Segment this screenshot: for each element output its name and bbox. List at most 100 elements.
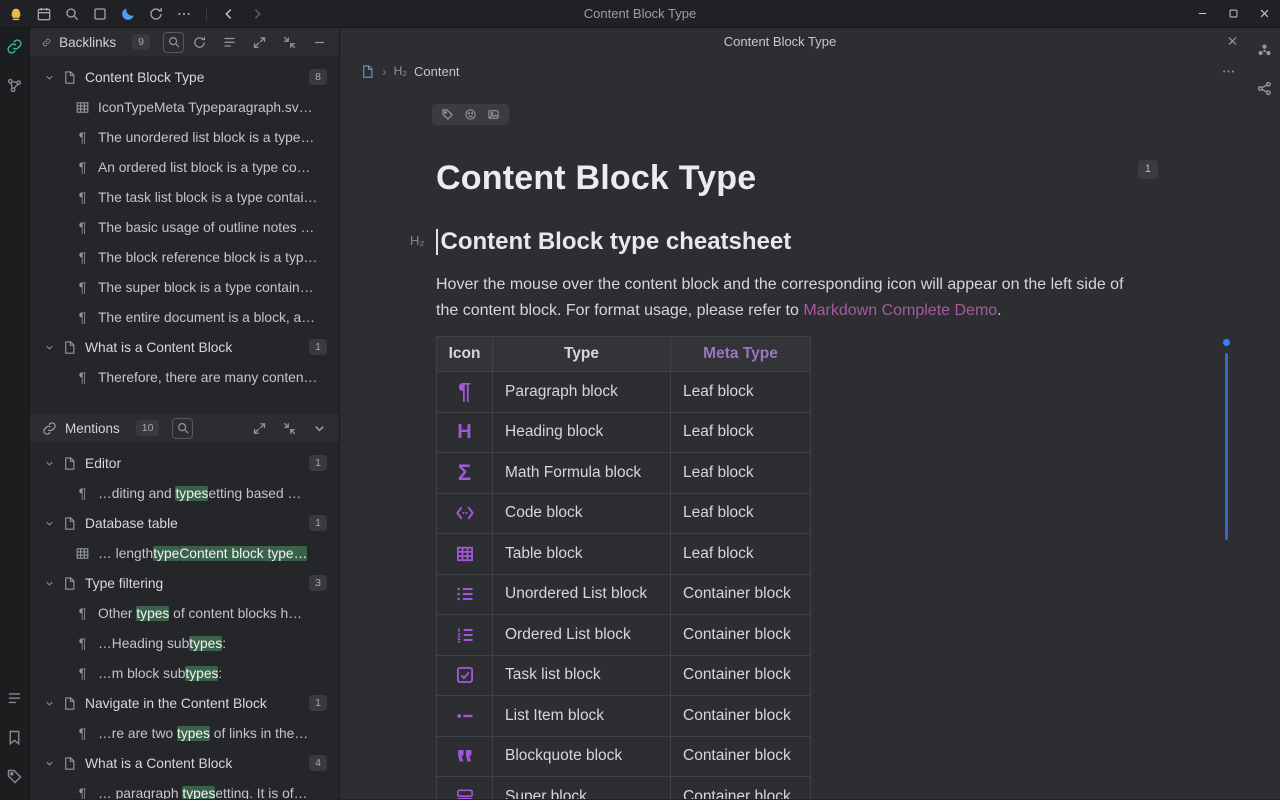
file-icon — [62, 576, 77, 591]
forward-icon[interactable] — [249, 6, 265, 22]
table-row: Ordered List blockContainer block — [437, 615, 811, 656]
mention-doc-row[interactable]: Database table1 — [30, 508, 339, 538]
mentions-search-icon[interactable] — [172, 418, 193, 439]
mention-item-row[interactable]: ¶…re are two types of links in the… — [30, 718, 339, 748]
breadcrumb-item[interactable]: Content — [414, 64, 460, 79]
chevron-down-icon[interactable] — [44, 342, 55, 353]
chevron-down-icon[interactable] — [44, 458, 55, 469]
mentions-icon — [42, 421, 57, 436]
paragraph-icon: ¶ — [75, 786, 90, 800]
paragraph-icon: ¶ — [75, 280, 90, 295]
tag-attr-icon[interactable] — [441, 108, 454, 121]
graph-dock-icon[interactable] — [6, 77, 23, 94]
maximize-button[interactable] — [1218, 0, 1249, 27]
content-table: Icon Type Meta Type ¶Paragraph blockLeaf… — [436, 336, 811, 799]
paragraph-icon: ¶ — [75, 486, 90, 501]
tab-close-icon[interactable] — [1225, 34, 1240, 49]
backlink-doc-row[interactable]: Content Block Type8 — [30, 62, 339, 92]
table-row: Unordered List blockContainer block — [437, 574, 811, 615]
image-attr-icon[interactable] — [487, 108, 500, 121]
daily-note-icon[interactable] — [36, 6, 52, 22]
backlinks-min-icon[interactable] — [312, 35, 327, 50]
backlink-item-row[interactable]: IconTypeMeta Typeparagraph.sv… — [30, 92, 339, 122]
mention-item-row[interactable]: ¶…m block subtypes: — [30, 658, 339, 688]
backlink-item-row[interactable]: ¶The entire document is a block, a… — [30, 302, 339, 332]
chevron-down-icon[interactable] — [44, 578, 55, 589]
block-icon-cell — [437, 574, 493, 615]
document-content: Content Block Type 1 H₂ Content Block ty… — [340, 88, 1280, 799]
backlink-item-row[interactable]: ¶The block reference block is a typ… — [30, 242, 339, 272]
plugin-icon[interactable] — [1256, 42, 1273, 59]
backlink-doc-row[interactable]: What is a Content Block1 — [30, 332, 339, 362]
block-icon-cell: ¶ — [437, 372, 493, 413]
section-heading[interactable]: Content Block type cheatsheet — [441, 226, 792, 258]
task-block-icon — [453, 663, 477, 687]
backlinks-search-icon[interactable] — [163, 32, 184, 53]
workspace-icon[interactable] — [92, 6, 108, 22]
mention-doc-row[interactable]: Type filtering3 — [30, 568, 339, 598]
mentions-expand-icon[interactable] — [252, 421, 267, 436]
backlinks-collapse-icon[interactable] — [282, 35, 297, 50]
app-logo[interactable] — [8, 6, 24, 22]
backlink-item-row[interactable]: ¶Therefore, there are many conten… — [30, 362, 339, 392]
mentions-title: Mentions — [65, 421, 120, 436]
tab-title[interactable]: Content Block Type — [724, 34, 837, 49]
block-type-cell: List Item block — [493, 696, 671, 737]
mention-item-row[interactable]: ¶…Heading subtypes: — [30, 628, 339, 658]
chevron-down-icon[interactable] — [44, 518, 55, 529]
table-row: Code blockLeaf block — [437, 493, 811, 534]
backlink-item-row[interactable]: ¶The task list block is a type contai… — [30, 182, 339, 212]
title-row: Content Block Type 1 — [436, 156, 1280, 200]
backlinks-layout-icon[interactable] — [222, 35, 237, 50]
scrollbar-thumb[interactable] — [1225, 353, 1228, 540]
scroll-indicator-dot[interactable] — [1223, 339, 1230, 346]
mention-item-row[interactable]: ¶… paragraph typesetting. It is of… — [30, 778, 339, 799]
tag-dock-icon[interactable] — [6, 768, 23, 785]
backlink-item-row[interactable]: ¶An ordered list block is a type co… — [30, 152, 339, 182]
network-icon[interactable] — [1256, 80, 1273, 97]
backlink-item-row[interactable]: ¶The unordered list block is a type… — [30, 122, 339, 152]
breadcrumb-more-icon[interactable] — [1221, 64, 1236, 79]
outline-dock-icon[interactable] — [6, 690, 23, 707]
mention-item-row[interactable]: … lengthtypeContent block type… — [30, 538, 339, 568]
bookmark-dock-icon[interactable] — [6, 729, 23, 746]
document-title[interactable]: Content Block Type — [436, 156, 756, 200]
chevron-down-icon[interactable] — [44, 758, 55, 769]
table-header-type: Type — [493, 337, 671, 372]
minimize-button[interactable] — [1187, 0, 1218, 27]
mention-item-row[interactable]: ¶…diting and typesetting based … — [30, 478, 339, 508]
close-window-button[interactable] — [1249, 0, 1280, 27]
mentions-collapse-icon[interactable] — [282, 421, 297, 436]
table-row: HHeading blockLeaf block — [437, 412, 811, 453]
file-icon — [62, 756, 77, 771]
backlinks-refresh-icon[interactable] — [192, 35, 207, 50]
mention-doc-row[interactable]: What is a Content Block4 — [30, 748, 339, 778]
paragraph[interactable]: Hover the mouse over the content block a… — [436, 272, 1148, 324]
backlink-item-row[interactable]: ¶The super block is a type contain… — [30, 272, 339, 302]
mention-item-row[interactable]: ¶Other types of content blocks h… — [30, 598, 339, 628]
item-text: …re are two types of links in the… — [98, 726, 327, 741]
mentions-chevron-down-icon[interactable] — [312, 421, 327, 436]
doc-link[interactable]: Markdown Complete Demo — [803, 302, 997, 319]
chevron-down-icon[interactable] — [44, 698, 55, 709]
block-type-cell: Super block — [493, 777, 671, 800]
emoji-attr-icon[interactable] — [464, 108, 477, 121]
back-icon[interactable] — [221, 6, 237, 22]
global-search-icon[interactable] — [64, 6, 80, 22]
more-menu-icon[interactable] — [176, 6, 192, 22]
backlinks-dock-icon[interactable] — [6, 38, 23, 55]
block-type-cell: Paragraph block — [493, 372, 671, 413]
table-row: Task list blockContainer block — [437, 655, 811, 696]
mention-doc-row[interactable]: Editor1 — [30, 448, 339, 478]
breadcrumb: › H₂ Content — [340, 54, 1280, 88]
window-controls — [1187, 0, 1280, 27]
backlink-item-row[interactable]: ¶The basic usage of outline notes … — [30, 212, 339, 242]
dark-mode-moon-icon[interactable] — [120, 6, 136, 22]
title-ref-badge[interactable]: 1 — [1138, 160, 1158, 179]
chevron-down-icon[interactable] — [44, 72, 55, 83]
item-text: The unordered list block is a type… — [98, 130, 327, 145]
mention-doc-row[interactable]: Navigate in the Content Block1 — [30, 688, 339, 718]
document-icon[interactable] — [360, 64, 375, 79]
backlinks-expand-icon[interactable] — [252, 35, 267, 50]
sync-icon[interactable] — [148, 6, 164, 22]
